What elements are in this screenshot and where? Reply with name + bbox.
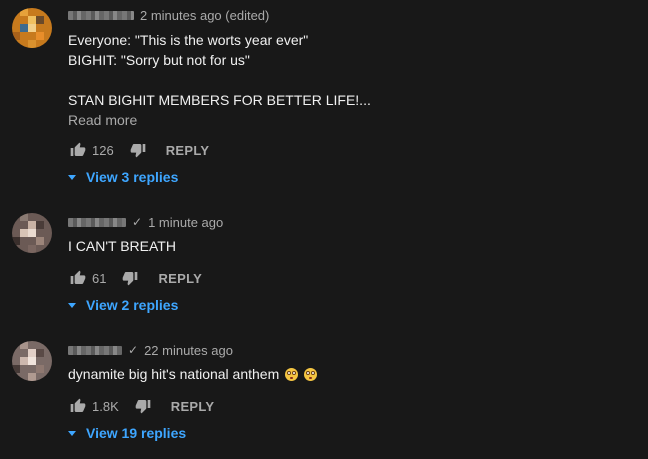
comment-meta: ✓ 1 minute ago [68, 213, 638, 231]
like-count: 1.8K [92, 398, 119, 414]
avatar[interactable] [12, 341, 52, 381]
author-name[interactable] [68, 345, 122, 355]
comment-line: BIGHIT: "Sorry but not for us" [68, 52, 250, 68]
comment-text: dynamite big hit's national anthem [68, 364, 638, 384]
caret-down-icon [68, 430, 76, 436]
avatar[interactable] [12, 8, 52, 48]
thumbs-down-icon [135, 400, 151, 414]
dislike-button[interactable] [120, 268, 140, 288]
reply-button[interactable]: REPLY [166, 143, 210, 158]
comment-line-text: dynamite big hit's national anthem [68, 366, 280, 382]
like-count: 61 [92, 270, 107, 286]
caret-down-icon [68, 302, 76, 308]
comment-timestamp[interactable]: 1 minute ago [148, 215, 223, 230]
thumbs-up-icon [70, 398, 86, 412]
comment-actions: 1.8K REPLY [68, 394, 638, 418]
comment-line: Everyone: "This is the worts year ever" [68, 32, 309, 48]
comment-actions: 126 REPLY [68, 138, 638, 162]
view-replies-button[interactable]: View 3 replies [68, 165, 638, 189]
thumbs-down-icon [123, 272, 138, 286]
comment-line: I CAN'T BREATH [68, 238, 176, 254]
comment-timestamp[interactable]: 22 minutes ago [144, 343, 233, 358]
comment-meta: ✓ 22 minutes ago [68, 341, 638, 359]
verified-check-icon: ✓ [128, 343, 139, 357]
view-replies-button[interactable]: View 19 replies [68, 421, 638, 445]
view-replies-button[interactable]: View 2 replies [68, 293, 638, 317]
flushed-face-emoji-icon [304, 368, 318, 381]
comment-text: Everyone: "This is the worts year ever" … [68, 30, 638, 110]
comment-text: I CAN'T BREATH [68, 236, 638, 256]
caret-down-icon [68, 174, 76, 180]
comment: 2 minutes ago (edited) Everyone: "This i… [0, 6, 648, 196]
thumbs-up-icon [70, 270, 86, 284]
reply-button[interactable]: REPLY [158, 271, 202, 286]
read-more-button[interactable]: Read more [68, 112, 137, 128]
comment-line: STAN BIGHIT MEMBERS FOR BETTER LIFE!... [68, 92, 371, 108]
comment-timestamp[interactable]: 2 minutes ago (edited) [140, 8, 269, 23]
comment-line: dynamite big hit's national anthem [68, 364, 638, 384]
view-replies-label: View 19 replies [86, 425, 187, 441]
author-name[interactable] [68, 10, 134, 20]
author-name[interactable] [68, 217, 126, 227]
verified-check-icon: ✓ [132, 215, 143, 229]
comment-meta: 2 minutes ago (edited) [68, 6, 638, 24]
like-count: 126 [92, 142, 114, 158]
comment-line [68, 70, 638, 90]
avatar[interactable] [12, 213, 52, 253]
like-button[interactable] [68, 268, 88, 288]
comment: ✓ 22 minutes ago dynamite big hit's nati… [0, 341, 648, 451]
like-button[interactable] [68, 396, 88, 416]
comment-actions: 61 REPLY [68, 266, 638, 290]
view-replies-label: View 2 replies [86, 297, 179, 313]
view-replies-label: View 3 replies [86, 169, 179, 185]
comment: ✓ 1 minute ago I CAN'T BREATH 61 REPLY V… [0, 213, 648, 323]
reply-button[interactable]: REPLY [171, 399, 215, 414]
thumbs-down-icon [130, 144, 146, 158]
thumbs-up-icon [70, 142, 86, 156]
flushed-face-emoji-icon [285, 368, 299, 381]
like-button[interactable] [68, 140, 88, 160]
dislike-button[interactable] [128, 140, 148, 160]
dislike-button[interactable] [133, 396, 153, 416]
